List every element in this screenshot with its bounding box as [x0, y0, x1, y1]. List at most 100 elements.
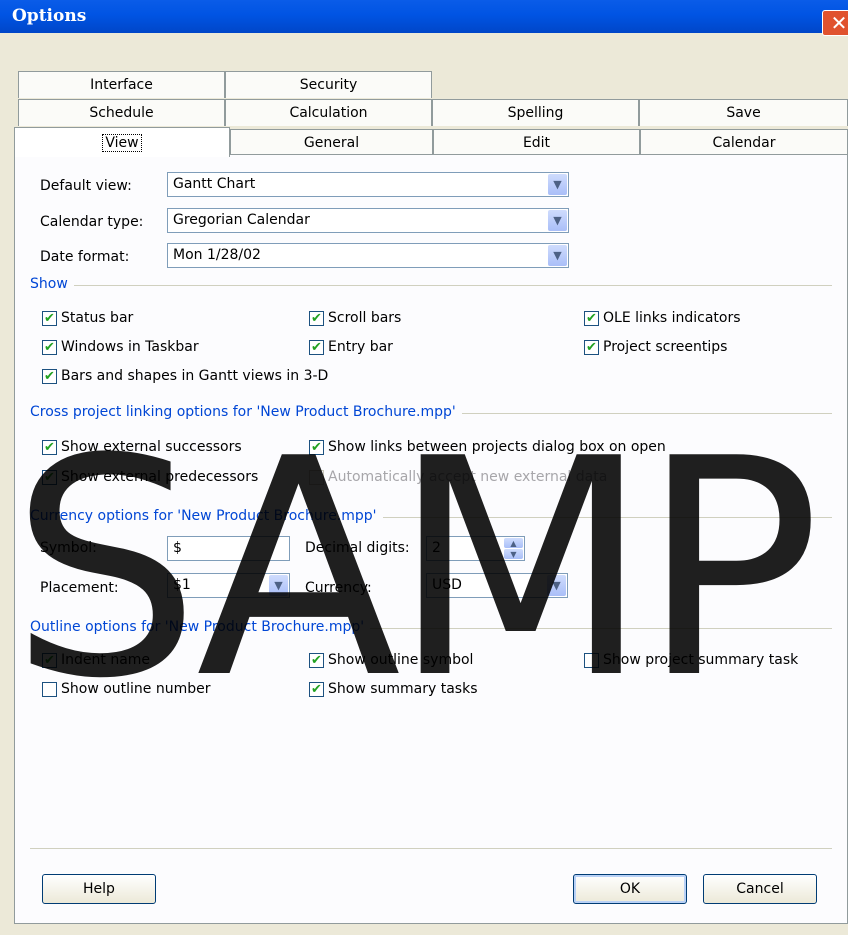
- date-format-label: Date format:: [40, 249, 130, 265]
- checkbox-label: Indent name: [61, 652, 151, 668]
- calendar-type-select[interactable]: Gregorian Calendar ▼: [167, 208, 569, 233]
- decimal-digits-value: 2: [432, 540, 441, 556]
- checkbox-check-icon: ✔: [584, 339, 599, 355]
- window-title: Options: [12, 6, 87, 26]
- date-format-value: Mon 1/28/02: [173, 247, 261, 263]
- checkbox-check-icon: ✔: [42, 368, 57, 384]
- checkbox-box: [309, 469, 324, 485]
- show-section-title: Show: [30, 276, 74, 292]
- default-view-value: Gantt Chart: [173, 176, 256, 192]
- help-button[interactable]: Help: [42, 874, 156, 904]
- tab-label: Spelling: [507, 105, 564, 121]
- placement-value: $1: [173, 577, 191, 593]
- checkbox-label: Scroll bars: [328, 310, 402, 326]
- currency-select[interactable]: USD ▼: [426, 573, 568, 598]
- decimal-digits-label: Decimal digits:: [305, 540, 410, 556]
- checkbox-check-icon: ✔: [309, 652, 324, 668]
- tab-interface[interactable]: Interface: [18, 71, 225, 98]
- cancel-button[interactable]: Cancel: [703, 874, 817, 904]
- tab-save[interactable]: Save: [639, 99, 848, 126]
- checkbox-label: Show outline symbol: [328, 652, 474, 668]
- auto-accept-external-data-checkbox: Automatically accept new external data: [309, 469, 607, 485]
- close-icon[interactable]: ✕: [822, 10, 848, 36]
- checkbox-check-icon: ✔: [42, 652, 57, 668]
- summary-tasks-checkbox[interactable]: ✔ Show summary tasks: [309, 681, 478, 697]
- checkbox-label: Show external successors: [61, 439, 242, 455]
- external-successors-checkbox[interactable]: ✔ Show external successors: [42, 439, 242, 455]
- outline-symbol-checkbox[interactable]: ✔ Show outline symbol: [309, 652, 473, 668]
- tab-label: Edit: [522, 135, 551, 151]
- spin-down-icon[interactable]: ▼: [504, 549, 523, 559]
- placement-select[interactable]: $1 ▼: [167, 573, 290, 598]
- checkbox-label: Automatically accept new external data: [328, 469, 608, 485]
- checkbox-label: Show external predecessors: [61, 469, 259, 485]
- tab-label: View: [102, 133, 142, 152]
- calendar-type-label: Calendar type:: [40, 214, 144, 230]
- tab-calculation[interactable]: Calculation: [225, 99, 432, 126]
- title-bar[interactable]: Options ✕: [0, 0, 848, 36]
- tab-view[interactable]: View: [14, 127, 230, 157]
- default-view-label: Default view:: [40, 178, 132, 194]
- checkbox-label: Show links between projects dialog box o…: [328, 439, 666, 455]
- status-bar-checkbox[interactable]: ✔ Status bar: [42, 310, 133, 326]
- checkbox-check-icon: ✔: [309, 439, 324, 455]
- date-format-select[interactable]: Mon 1/28/02 ▼: [167, 243, 569, 268]
- tab-label: Schedule: [89, 105, 154, 121]
- checkbox-check-icon: ✔: [309, 681, 324, 697]
- decimal-digits-stepper[interactable]: 2 ▲ ▼: [426, 536, 525, 561]
- scroll-bars-checkbox[interactable]: ✔ Scroll bars: [309, 310, 401, 326]
- tab-spelling[interactable]: Spelling: [432, 99, 639, 126]
- default-view-select[interactable]: Gantt Chart ▼: [167, 172, 569, 197]
- checkbox-check-icon: ✔: [309, 310, 324, 326]
- checkbox-check-icon: ✔: [42, 439, 57, 455]
- checkbox-label: Show summary tasks: [328, 681, 478, 697]
- tab-calendar[interactable]: Calendar: [640, 129, 848, 156]
- dropdown-arrow-icon[interactable]: ▼: [547, 575, 566, 596]
- entry-bar-checkbox[interactable]: ✔ Entry bar: [309, 339, 393, 355]
- section-divider: [30, 285, 832, 286]
- symbol-label: Symbol:: [40, 540, 97, 556]
- cross-project-section-title: Cross project linking options for 'New P…: [30, 404, 462, 420]
- ole-links-checkbox[interactable]: ✔ OLE links indicators: [584, 310, 741, 326]
- checkbox-label: Bars and shapes in Gantt views in 3-D: [61, 368, 329, 384]
- external-predecessors-checkbox[interactable]: ✔ Show external predecessors: [42, 469, 258, 485]
- windows-in-taskbar-checkbox[interactable]: ✔ Windows in Taskbar: [42, 339, 199, 355]
- tab-edit[interactable]: Edit: [433, 129, 640, 156]
- checkbox-check-icon: ✔: [42, 310, 57, 326]
- checkbox-label: Show outline number: [61, 681, 211, 697]
- checkbox-check-icon: ✔: [42, 469, 57, 485]
- currency-section-title: Currency options for 'New Product Brochu…: [30, 508, 383, 524]
- dropdown-arrow-icon[interactable]: ▼: [548, 245, 567, 266]
- project-summary-task-checkbox[interactable]: Show project summary task: [584, 652, 798, 668]
- checkbox-label: Windows in Taskbar: [61, 339, 199, 355]
- checkbox-box: [584, 652, 599, 668]
- 3d-bars-checkbox[interactable]: ✔ Bars and shapes in Gantt views in 3-D: [42, 368, 328, 384]
- tab-schedule[interactable]: Schedule: [18, 99, 225, 126]
- tab-label: Calculation: [289, 105, 368, 121]
- spin-buttons[interactable]: ▲ ▼: [504, 538, 523, 559]
- options-dialog: Options ✕ Interface Security Schedule Ca…: [0, 0, 848, 935]
- tab-label: General: [303, 135, 360, 151]
- currency-value: USD: [432, 577, 462, 593]
- ok-button[interactable]: OK: [573, 874, 687, 904]
- tab-security[interactable]: Security: [225, 71, 432, 98]
- show-links-dialog-checkbox[interactable]: ✔ Show links between projects dialog box …: [309, 439, 666, 455]
- symbol-input[interactable]: $: [167, 536, 290, 561]
- spin-up-icon[interactable]: ▲: [504, 538, 523, 548]
- indent-name-checkbox[interactable]: ✔ Indent name: [42, 652, 150, 668]
- dropdown-arrow-icon[interactable]: ▼: [548, 174, 567, 195]
- project-screentips-checkbox[interactable]: ✔ Project screentips: [584, 339, 727, 355]
- checkbox-label: OLE links indicators: [603, 310, 741, 326]
- tab-label: Calendar: [712, 135, 776, 151]
- tab-label: Interface: [90, 77, 153, 93]
- checkbox-label: Show project summary task: [603, 652, 799, 668]
- checkbox-label: Entry bar: [328, 339, 393, 355]
- checkbox-check-icon: ✔: [309, 339, 324, 355]
- checkbox-box: [42, 681, 57, 697]
- outline-number-checkbox[interactable]: Show outline number: [42, 681, 211, 697]
- tab-general[interactable]: General: [230, 129, 433, 156]
- outline-section-title: Outline options for 'New Product Brochur…: [30, 619, 371, 635]
- dropdown-arrow-icon[interactable]: ▼: [548, 210, 567, 231]
- dropdown-arrow-icon[interactable]: ▼: [269, 575, 288, 596]
- symbol-value: $: [173, 540, 182, 556]
